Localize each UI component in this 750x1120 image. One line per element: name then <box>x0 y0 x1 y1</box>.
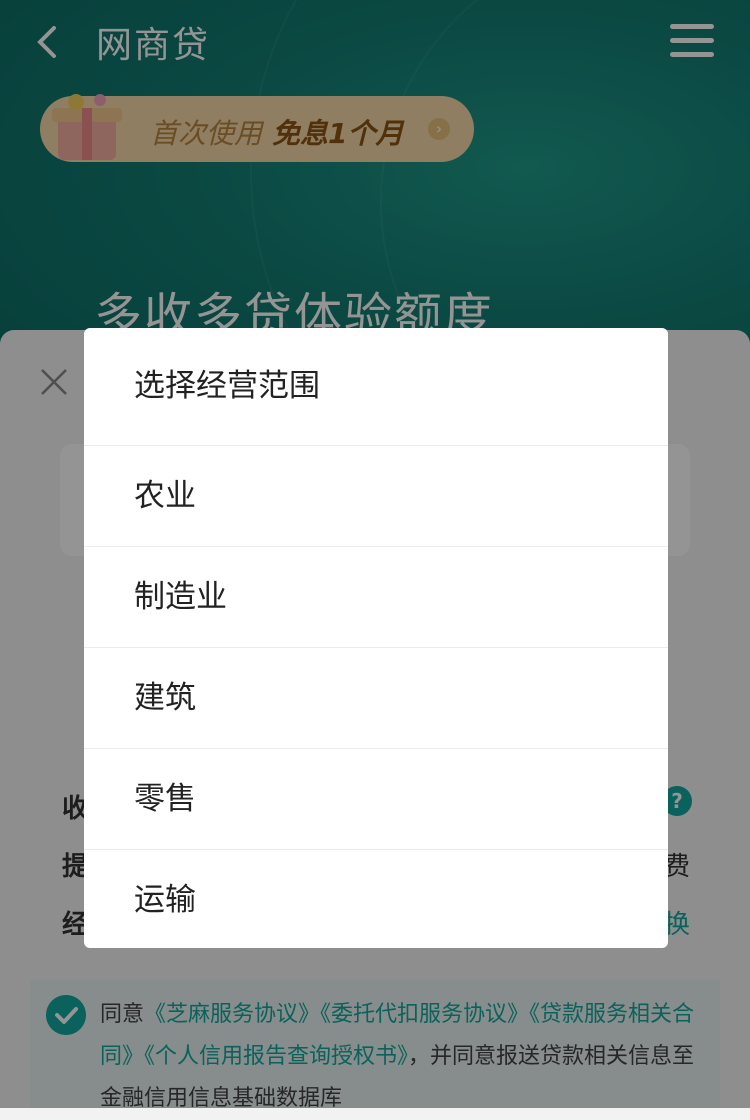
option-retail[interactable]: 零售 <box>84 749 668 850</box>
option-agriculture[interactable]: 农业 <box>84 446 668 547</box>
option-construction[interactable]: 建筑 <box>84 648 668 749</box>
business-scope-picker: 选择经营范围 农业 制造业 建筑 零售 运输 <box>84 328 668 948</box>
option-manufacturing[interactable]: 制造业 <box>84 547 668 648</box>
option-transport[interactable]: 运输 <box>84 850 668 948</box>
picker-title: 选择经营范围 <box>84 328 668 446</box>
